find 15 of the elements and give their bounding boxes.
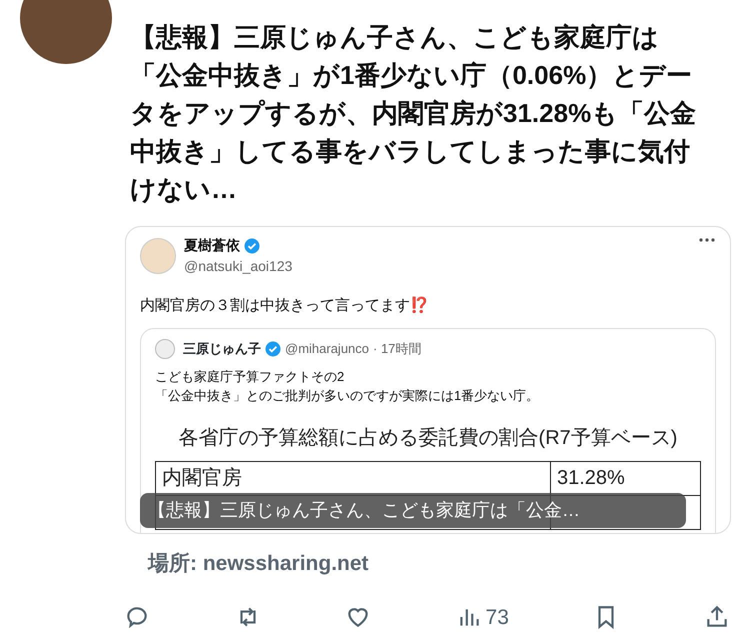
post-text: 【悲報】三原じゅん子さん、こども家庭庁は「公金中抜き」が1番少ない庁（0.06%）とデータをアップするが、内閣官房が31.28%も「公金中抜き」してる事をバラしてしまった事に気付けない… — [130, 21, 698, 206]
source-link[interactable]: 場所: newssharing.net — [148, 548, 750, 580]
more-icon[interactable] — [698, 237, 716, 243]
author-name: 夏樹蒼依 — [184, 236, 240, 255]
tweet-text: 内閣官房の３割は中抜きって言ってます⁉ — [140, 296, 430, 316]
caption-overlay: 【悲報】三原じゅん子さん、こども家庭庁は「公金… — [140, 493, 686, 528]
avatar — [140, 238, 176, 274]
author-handle: @natsuki_aoi123 — [184, 257, 292, 276]
view-count: 73 — [486, 604, 509, 630]
author-name: 三原じゅん子 — [183, 340, 261, 358]
tweet-text: こども家庭庁予算ファクトその2 「公金中抜き」とのご批判が多いのですが実際には1番少ない庁。 — [155, 368, 540, 404]
author-handle: @miharajunco — [285, 340, 370, 358]
avatar — [155, 338, 175, 358]
post-time: · 17時間 — [373, 340, 422, 358]
table-title: 各省庁の予算総額に占める委託費の割合(R7予算ベース) — [178, 426, 678, 450]
